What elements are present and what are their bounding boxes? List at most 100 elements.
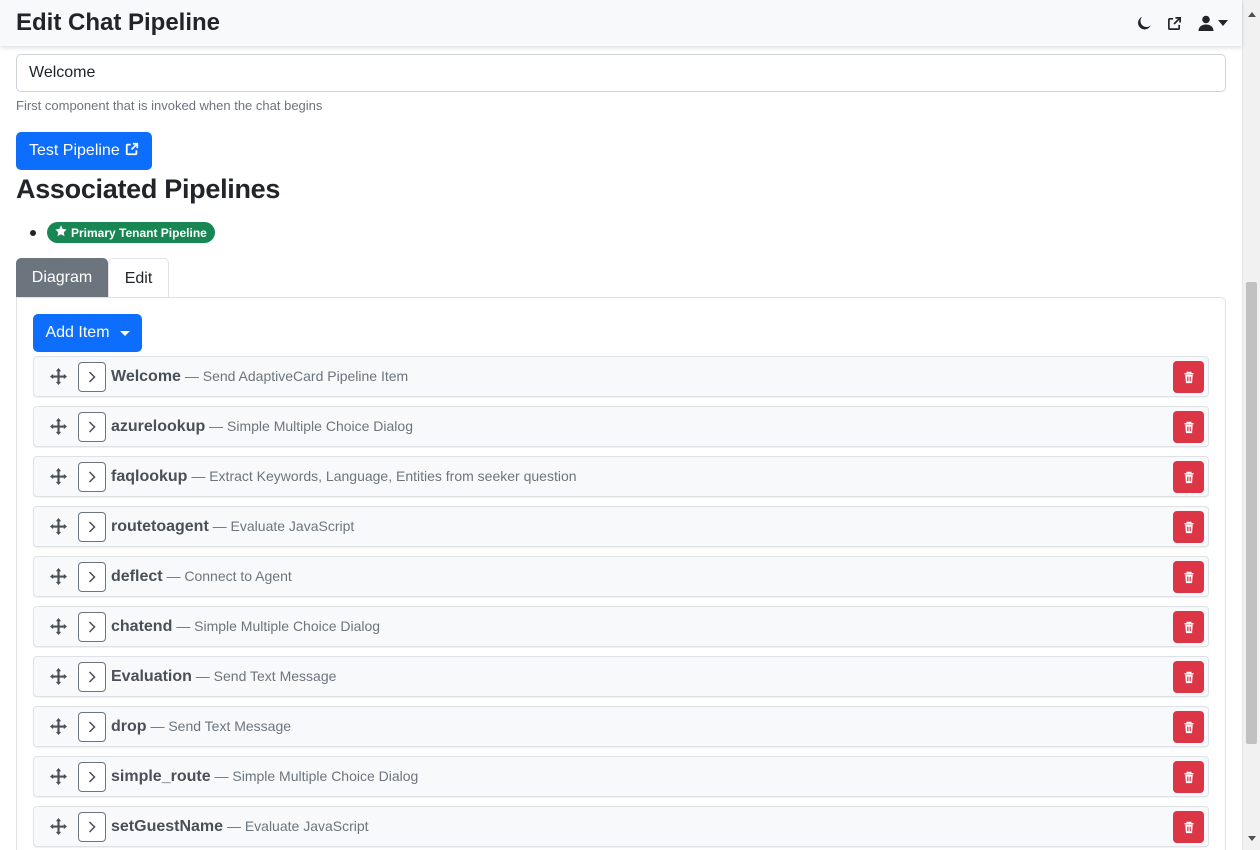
item-text: faqlookup — Extract Keywords, Language, … (111, 468, 577, 486)
trash-icon (1183, 471, 1194, 483)
pipeline-item: simple_route — Simple Multiple Choice Di… (33, 756, 1209, 797)
item-name: routetoagent (111, 518, 209, 535)
item-text: deflect — Connect to Agent (111, 568, 292, 586)
item-text: chatend — Simple Multiple Choice Dialog (111, 618, 380, 636)
chevron-right-icon[interactable] (78, 762, 106, 792)
topbar-actions (1137, 15, 1228, 31)
item-type: — Connect to Agent (166, 568, 292, 584)
test-pipeline-button[interactable]: Test Pipeline (16, 132, 152, 170)
delete-item-button[interactable] (1173, 361, 1204, 393)
item-name: simple_route (111, 768, 211, 785)
item-name: drop (111, 718, 147, 735)
chevron-right-icon[interactable] (78, 562, 106, 592)
delete-item-button[interactable] (1173, 411, 1204, 443)
item-type: — Simple Multiple Choice Dialog (214, 768, 419, 784)
item-name: chatend (111, 618, 173, 635)
move-icon[interactable] (50, 418, 67, 440)
test-pipeline-label: Test Pipeline (29, 142, 120, 159)
trash-icon (1183, 521, 1194, 533)
delete-item-button[interactable] (1173, 461, 1204, 493)
moon-icon[interactable] (1137, 16, 1151, 31)
trash-icon (1183, 771, 1194, 783)
delete-item-button[interactable] (1173, 661, 1204, 693)
associated-pipelines-heading: Associated Pipelines (16, 174, 281, 204)
delete-item-button[interactable] (1173, 811, 1204, 843)
item-type: — Evaluate JavaScript (212, 518, 355, 534)
pipeline-item: deflect — Connect to Agent (33, 556, 1209, 597)
item-text: setGuestName — Evaluate JavaScript (111, 818, 369, 836)
primary-tenant-badge[interactable]: Primary Tenant Pipeline (47, 222, 215, 243)
scroll-down-icon[interactable] (1248, 828, 1256, 846)
tab-edit[interactable]: Edit (108, 258, 169, 298)
item-name: Evaluation (111, 668, 192, 685)
item-text: Welcome — Send AdaptiveCard Pipeline Ite… (111, 368, 408, 386)
scrollbar-thumb[interactable] (1246, 282, 1257, 744)
list-bullet (30, 229, 36, 236)
move-icon[interactable] (50, 718, 67, 740)
trash-icon (1183, 671, 1194, 683)
add-item-button[interactable]: Add Item (33, 314, 142, 352)
scroll-up-icon[interactable] (1248, 4, 1256, 22)
item-name: azurelookup (111, 418, 206, 435)
move-icon[interactable] (50, 768, 67, 790)
trash-icon (1183, 371, 1194, 383)
item-type: — Simple Multiple Choice Dialog (176, 618, 381, 634)
trash-icon (1183, 571, 1194, 583)
move-icon[interactable] (50, 818, 67, 840)
delete-item-button[interactable] (1173, 561, 1204, 593)
trash-icon (1183, 821, 1194, 833)
page-scrollbar[interactable] (1242, 0, 1260, 850)
delete-item-button[interactable] (1173, 611, 1204, 643)
start-component-help: First component that is invoked when the… (16, 98, 323, 113)
pipeline-item: Welcome — Send AdaptiveCard Pipeline Ite… (33, 356, 1209, 397)
item-type: — Evaluate JavaScript (226, 818, 369, 834)
move-icon[interactable] (50, 518, 67, 540)
item-type: — Extract Keywords, Language, Entities f… (191, 468, 577, 484)
move-icon[interactable] (50, 468, 67, 490)
pipeline-item: chatend — Simple Multiple Choice Dialog (33, 606, 1209, 647)
item-type: — Send Text Message (195, 668, 337, 684)
trash-icon (1183, 421, 1194, 433)
delete-item-button[interactable] (1173, 711, 1204, 743)
item-name: faqlookup (111, 468, 188, 485)
trash-icon (1183, 621, 1194, 633)
item-type: — Send Text Message (150, 718, 292, 734)
chevron-right-icon[interactable] (78, 462, 106, 492)
external-link-icon (125, 142, 139, 161)
star-icon (55, 225, 67, 240)
item-name: setGuestName (111, 818, 224, 835)
delete-item-button[interactable] (1173, 761, 1204, 793)
user-menu[interactable] (1198, 15, 1228, 31)
tab-diagram[interactable]: Diagram (16, 258, 108, 298)
delete-item-button[interactable] (1173, 511, 1204, 543)
user-icon (1198, 15, 1214, 31)
move-icon[interactable] (50, 668, 67, 690)
move-icon[interactable] (50, 618, 67, 640)
chevron-right-icon[interactable] (78, 662, 106, 692)
chevron-right-icon[interactable] (78, 412, 106, 442)
item-text: Evaluation — Send Text Message (111, 668, 336, 686)
chevron-right-icon[interactable] (78, 612, 106, 642)
item-name: Welcome (111, 368, 181, 385)
pipeline-item: azurelookup — Simple Multiple Choice Dia… (33, 406, 1209, 447)
item-name: deflect (111, 568, 163, 585)
move-icon[interactable] (50, 368, 67, 390)
pipeline-item: setGuestName — Evaluate JavaScript (33, 806, 1209, 847)
pipeline-item: faqlookup — Extract Keywords, Language, … (33, 456, 1209, 497)
move-icon[interactable] (50, 568, 67, 590)
trash-icon (1183, 721, 1194, 733)
add-item-label: Add Item (45, 324, 110, 341)
chevron-down-icon (1218, 20, 1228, 26)
chevron-right-icon[interactable] (78, 812, 106, 842)
item-text: simple_route — Simple Multiple Choice Di… (111, 768, 418, 786)
chevron-right-icon[interactable] (78, 712, 106, 742)
pipeline-items-list: Welcome — Send AdaptiveCard Pipeline Ite… (33, 356, 1209, 850)
start-component-input[interactable] (16, 54, 1226, 92)
external-link-icon[interactable] (1167, 16, 1182, 31)
item-text: routetoagent — Evaluate JavaScript (111, 518, 354, 536)
item-text: azurelookup — Simple Multiple Choice Dia… (111, 418, 413, 436)
chevron-right-icon[interactable] (78, 362, 106, 392)
top-navbar: Edit Chat Pipeline (0, 0, 1242, 46)
chevron-right-icon[interactable] (78, 512, 106, 542)
pipeline-item: drop — Send Text Message (33, 706, 1209, 747)
